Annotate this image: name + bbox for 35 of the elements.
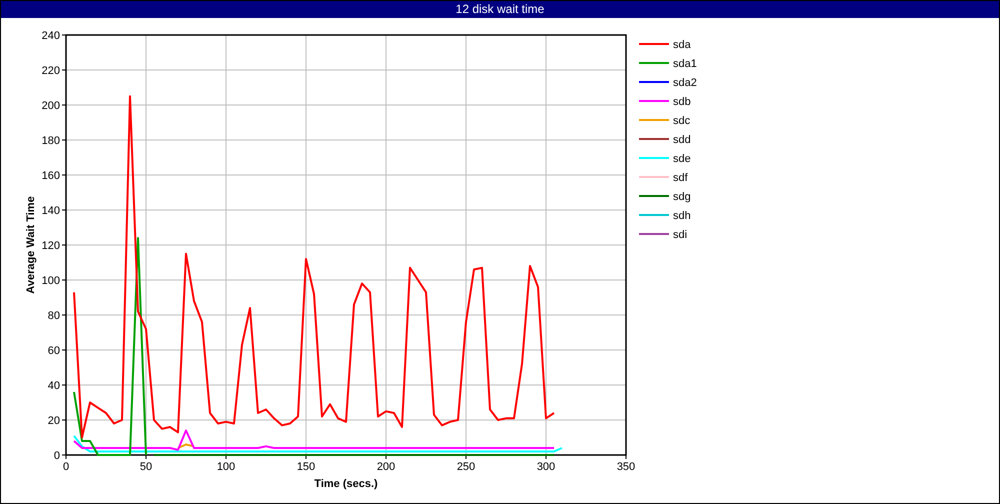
x-tick-label: 350 [616, 461, 636, 473]
y-tick-label: 120 [42, 240, 60, 252]
y-tick-label: 240 [42, 30, 60, 42]
legend-label: sda [673, 39, 691, 51]
legend-label: sdb [673, 96, 691, 108]
x-axis-title: Time (secs.) [314, 478, 378, 490]
window-title: 12 disk wait time [1, 1, 999, 18]
legend-label: sda2 [673, 77, 697, 89]
legend-label: sde [673, 153, 691, 165]
y-tick-label: 40 [48, 380, 60, 392]
y-axis-title: Average Wait Time [25, 196, 37, 294]
x-tick-label: 250 [456, 461, 476, 473]
x-tick-label: 150 [296, 461, 316, 473]
legend-label: sdc [673, 115, 690, 127]
x-tick-label: 200 [376, 461, 396, 473]
y-tick-label: 60 [48, 345, 60, 357]
x-tick-label: 50 [140, 461, 152, 473]
legend-label: sdh [673, 210, 691, 222]
x-tick-label: 100 [216, 461, 236, 473]
y-tick-label: 0 [54, 450, 60, 462]
y-tick-label: 20 [48, 415, 60, 427]
y-tick-label: 140 [42, 205, 60, 217]
y-tick-label: 220 [42, 65, 60, 77]
legend-label: sdd [673, 134, 691, 146]
legend-label: sda1 [673, 58, 697, 70]
y-tick-label: 80 [48, 310, 60, 322]
legend-label: sdi [673, 229, 688, 241]
legend-label: sdf [673, 172, 688, 184]
y-tick-label: 160 [42, 170, 60, 182]
x-tick-label: 0 [62, 461, 70, 473]
y-tick-label: 180 [42, 135, 60, 147]
y-tick-label: 100 [42, 275, 60, 287]
legend-label: sdg [673, 191, 691, 203]
x-tick-label: 300 [536, 461, 556, 473]
y-tick-label: 200 [42, 100, 60, 112]
